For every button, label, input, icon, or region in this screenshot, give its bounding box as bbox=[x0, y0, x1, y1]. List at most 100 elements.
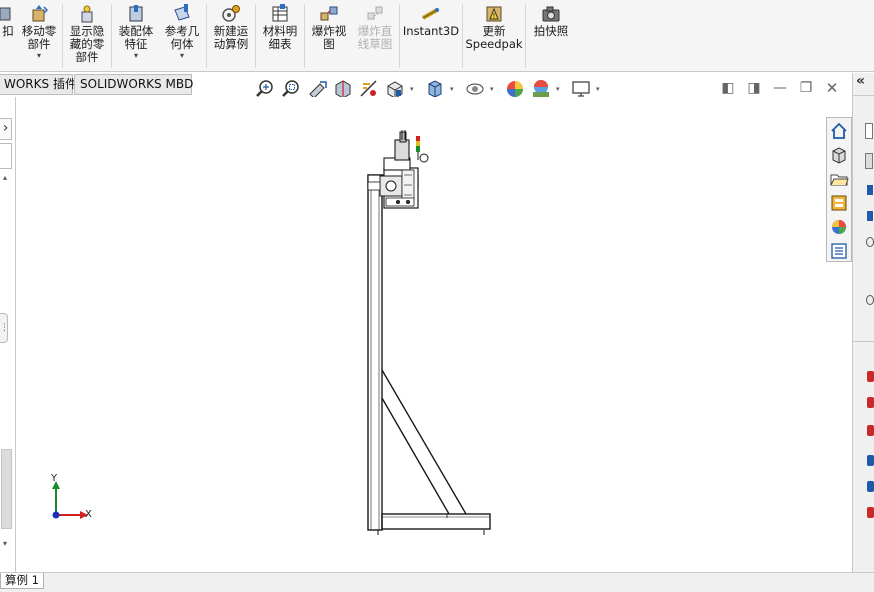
task-pane-item[interactable] bbox=[867, 397, 874, 408]
tab-label: WORKS 插件 bbox=[4, 77, 77, 91]
view-palette-icon[interactable] bbox=[829, 193, 849, 213]
take-snapshot-button[interactable]: 拍快照 bbox=[528, 0, 574, 70]
ribbon-label: 扣 bbox=[2, 24, 14, 38]
task-pane-item[interactable] bbox=[865, 153, 873, 169]
tile-left-icon[interactable]: ◧ bbox=[720, 80, 736, 96]
task-pane-item[interactable] bbox=[867, 455, 874, 466]
task-pane-edge: « bbox=[852, 73, 874, 572]
ribbon-label: 特征 bbox=[124, 37, 148, 51]
feature-manager-panel-edge: › ▴ ⋮ ▾ bbox=[0, 97, 16, 572]
panel-scrollbar-thumb[interactable] bbox=[1, 449, 12, 529]
parts-library-icon[interactable] bbox=[829, 145, 849, 165]
panel-field bbox=[0, 143, 12, 169]
home-icon[interactable] bbox=[829, 121, 849, 141]
show-hidden-components-button[interactable]: 显示隐 藏的零 部件 bbox=[65, 0, 109, 70]
explode-line-sketch-button[interactable]: 爆炸直 线草图 bbox=[353, 0, 397, 70]
ribbon-label: 图 bbox=[323, 37, 335, 51]
move-component-button[interactable]: 移动零 部件 ▾ bbox=[18, 0, 60, 70]
ribbon-label: Instant3D bbox=[402, 24, 460, 38]
tab-solidworks-mbd[interactable]: SOLIDWORKS MBD bbox=[74, 74, 194, 95]
assembly-model-drawing bbox=[52, 130, 491, 535]
apply-scene-dropdown-icon[interactable]: ▾ bbox=[556, 85, 560, 93]
ribbon-separator bbox=[255, 4, 256, 68]
motion-study-tab-bar: 算例 1 bbox=[0, 572, 874, 592]
assembly-features-icon bbox=[129, 5, 143, 22]
camera-icon bbox=[542, 6, 560, 22]
exploded-view-icon bbox=[320, 6, 338, 21]
motion-study-tab[interactable]: 算例 1 bbox=[0, 573, 44, 589]
ribbon-label: 部件 bbox=[75, 50, 99, 64]
task-pane-divider bbox=[853, 341, 874, 342]
ribbon-separator bbox=[525, 4, 526, 68]
bill-of-materials-icon bbox=[272, 4, 288, 22]
view-orientation-dropdown-icon[interactable]: ▾ bbox=[410, 85, 414, 93]
mate-icon bbox=[0, 7, 11, 21]
motion-study-tab-label: 算例 1 bbox=[5, 573, 39, 587]
frame-vertical-post bbox=[367, 174, 383, 531]
solidworks-window: 扣 移动零 部件 ▾ 显示隐 藏的零 部件 装配体 特征 ▾ 参考几 何体 ▾ … bbox=[0, 0, 874, 592]
task-pane-item[interactable] bbox=[866, 237, 874, 247]
task-pane-tabs bbox=[826, 117, 852, 262]
exploded-view-button[interactable]: 爆炸视 图 bbox=[307, 0, 351, 70]
motion-study-icon bbox=[222, 5, 240, 22]
move-component-icon bbox=[32, 5, 49, 22]
ribbon-label: 拍快照 bbox=[533, 24, 569, 38]
expand-panel-button[interactable]: › bbox=[0, 118, 12, 140]
update-speedpak-button[interactable]: ! 更新 Speedpak bbox=[465, 0, 523, 70]
task-pane-item[interactable] bbox=[867, 371, 874, 382]
explode-line-sketch-icon bbox=[367, 6, 383, 20]
ribbon-label: 部件 bbox=[27, 37, 51, 51]
view-settings-dropdown-icon[interactable]: ▾ bbox=[596, 85, 600, 93]
appearances-icon[interactable] bbox=[829, 217, 849, 237]
triad-y-label: Y bbox=[51, 473, 58, 484]
coordinate-triad bbox=[52, 481, 88, 519]
reference-geometry-icon bbox=[174, 4, 190, 21]
hide-show-dropdown-icon[interactable]: ▾ bbox=[490, 85, 494, 93]
display-style-dropdown-icon[interactable]: ▾ bbox=[450, 85, 454, 93]
ribbon-separator bbox=[304, 4, 305, 68]
collapse-task-pane-button[interactable]: « bbox=[856, 73, 865, 89]
new-motion-study-button[interactable]: 新建运 动算例 bbox=[209, 0, 253, 70]
task-pane-item[interactable] bbox=[865, 123, 873, 139]
task-pane-divider bbox=[853, 95, 874, 96]
ribbon-button-partial[interactable]: 扣 bbox=[0, 0, 16, 70]
file-explorer-icon[interactable] bbox=[829, 169, 849, 189]
tab-solidworks-addins[interactable]: WORKS 插件 bbox=[0, 74, 77, 95]
task-pane-item[interactable] bbox=[866, 295, 874, 305]
dropdown-arrow-icon[interactable]: ▾ bbox=[18, 52, 60, 60]
maximize-button[interactable]: ❐ bbox=[798, 80, 814, 96]
scroll-down-arrow[interactable]: ▾ bbox=[3, 539, 7, 548]
task-pane-item[interactable] bbox=[867, 185, 873, 195]
frame-base-beam bbox=[377, 513, 491, 535]
instant3d-icon bbox=[422, 8, 439, 20]
ribbon-label: 动算例 bbox=[213, 37, 249, 51]
graphics-area[interactable]: Y X bbox=[16, 97, 852, 572]
assembly-features-button[interactable]: 装配体 特征 ▾ bbox=[114, 0, 158, 70]
task-pane-item[interactable] bbox=[867, 211, 873, 221]
scroll-up-arrow[interactable]: ▴ bbox=[3, 173, 7, 182]
instant3d-button[interactable]: Instant3D bbox=[402, 0, 460, 70]
top-mechanism-assembly bbox=[367, 130, 429, 209]
ribbon-label: 何体 bbox=[170, 37, 194, 51]
tile-right-icon[interactable]: ◨ bbox=[746, 80, 762, 96]
show-hidden-icon bbox=[81, 5, 93, 23]
dropdown-arrow-icon[interactable]: ▾ bbox=[114, 52, 158, 60]
tab-label: SOLIDWORKS MBD bbox=[80, 77, 194, 91]
ribbon-label: 细表 bbox=[268, 37, 292, 51]
task-pane-item[interactable] bbox=[867, 507, 874, 518]
custom-properties-icon[interactable] bbox=[829, 241, 849, 261]
speedpak-icon: ! bbox=[486, 6, 502, 22]
close-button[interactable]: ✕ bbox=[824, 80, 840, 96]
minimize-button[interactable]: — bbox=[772, 80, 788, 96]
task-pane-item[interactable] bbox=[867, 481, 874, 492]
frame-diagonal-brace bbox=[381, 369, 467, 515]
ribbon-separator bbox=[462, 4, 463, 68]
bill-of-materials-button[interactable]: 材料明 细表 bbox=[258, 0, 302, 70]
ribbon-separator bbox=[62, 4, 63, 68]
reference-geometry-button[interactable]: 参考几 何体 ▾ bbox=[160, 0, 204, 70]
triad-x-label: X bbox=[85, 509, 92, 520]
command-manager-ribbon: 扣 移动零 部件 ▾ 显示隐 藏的零 部件 装配体 特征 ▾ 参考几 何体 ▾ … bbox=[0, 0, 874, 72]
panel-splitter-handle[interactable]: ⋮ bbox=[0, 313, 9, 343]
dropdown-arrow-icon[interactable]: ▾ bbox=[160, 52, 204, 60]
task-pane-item[interactable] bbox=[867, 425, 874, 436]
